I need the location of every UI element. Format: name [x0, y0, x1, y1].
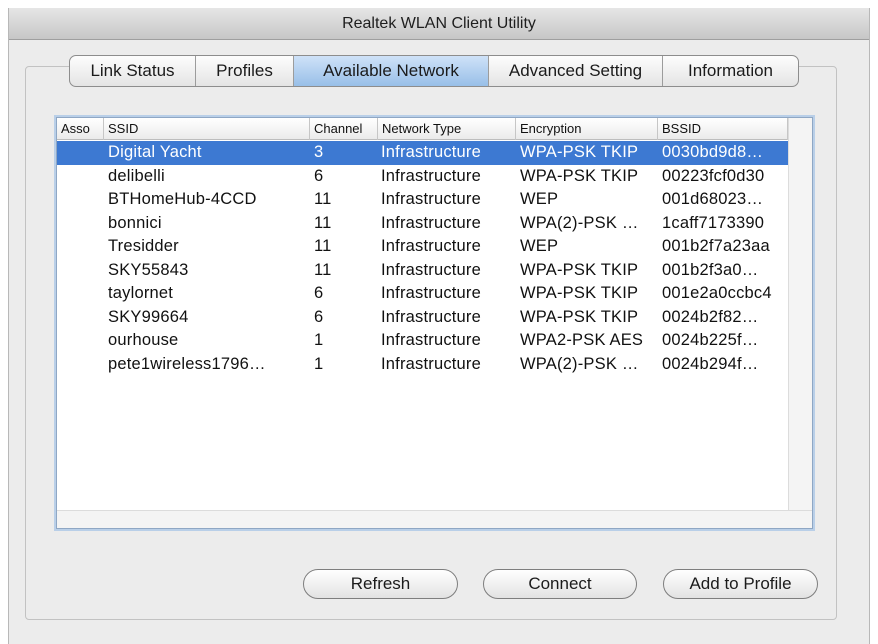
- cell-network-type: Infrastructure: [381, 284, 482, 302]
- cell-encryption: WPA-PSK TKIP: [520, 166, 639, 185]
- cell-network-type: Infrastructure: [381, 166, 482, 185]
- cell-asso: [61, 282, 101, 306]
- cell-channel: 11: [314, 237, 332, 255]
- cell-encryption: WPA-PSK TKIP: [520, 260, 639, 279]
- table-body: Digital Yacht 3 Infrastructure WPA-PSK T…: [57, 141, 812, 376]
- cell-asso: [61, 141, 101, 165]
- tab-bar: Link Status Profiles Available Network A…: [69, 55, 799, 87]
- table-row[interactable]: Digital Yacht 3 Infrastructure WPA-PSK T…: [57, 141, 812, 165]
- cell-channel: 6: [314, 284, 324, 302]
- table-row[interactable]: delibelli 6 Infrastructure WPA-PSK TKIP …: [57, 165, 812, 189]
- network-table: Asso SSID Channel Network Type Encryptio…: [56, 117, 813, 529]
- cell-network-type: Infrastructure: [381, 260, 482, 279]
- cell-network-type: Infrastructure: [381, 307, 482, 326]
- cell-channel: 11: [314, 190, 332, 208]
- tab-advanced-setting[interactable]: Advanced Setting: [489, 56, 663, 86]
- cell-network-type: Infrastructure: [381, 143, 482, 161]
- cell-ssid: pete1wireless1796…: [108, 354, 266, 373]
- cell-asso: [61, 259, 101, 283]
- cell-network-type: Infrastructure: [381, 237, 482, 255]
- cell-network-type: Infrastructure: [381, 354, 482, 373]
- cell-bssid: 001d68023…: [662, 190, 764, 208]
- cell-asso: [61, 165, 101, 189]
- table-row[interactable]: BTHomeHub-4CCD 11 Infrastructure WEP 001…: [57, 188, 812, 212]
- cell-ssid: bonnici: [108, 213, 162, 232]
- cell-asso: [61, 306, 101, 330]
- cell-ssid: SKY99664: [108, 307, 189, 326]
- table-row[interactable]: Tresidder 11 Infrastructure WEP 001b2f7a…: [57, 235, 812, 259]
- tab-available-network[interactable]: Available Network: [294, 56, 489, 86]
- cell-channel: 3: [314, 143, 324, 161]
- refresh-button[interactable]: Refresh: [303, 569, 458, 599]
- cell-encryption: WPA-PSK TKIP: [520, 284, 639, 302]
- cell-ssid: delibelli: [108, 166, 165, 185]
- cell-channel: 1: [314, 354, 324, 373]
- table-row[interactable]: pete1wireless1796… 1 Infrastructure WPA(…: [57, 353, 812, 377]
- tab-link-status[interactable]: Link Status: [70, 56, 196, 86]
- cell-bssid: 0024b294f…: [662, 354, 759, 373]
- column-header-channel[interactable]: Channel: [310, 118, 378, 140]
- cell-network-type: Infrastructure: [381, 190, 482, 208]
- table-row[interactable]: SKY55843 11 Infrastructure WPA-PSK TKIP …: [57, 259, 812, 283]
- table-header: Asso SSID Channel Network Type Encryptio…: [57, 118, 812, 140]
- cell-ssid: SKY55843: [108, 260, 189, 279]
- cell-asso: [61, 235, 101, 259]
- title-bar[interactable]: Realtek WLAN Client Utility: [9, 8, 869, 40]
- tab-information[interactable]: Information: [663, 56, 798, 86]
- cell-ssid: Digital Yacht: [108, 143, 202, 161]
- cell-channel: 11: [314, 260, 332, 279]
- vertical-scrollbar[interactable]: [788, 118, 812, 510]
- column-header-ssid[interactable]: SSID: [104, 118, 310, 140]
- cell-encryption: WPA-PSK TKIP: [520, 143, 639, 161]
- cell-asso: [61, 329, 101, 353]
- cell-network-type: Infrastructure: [381, 331, 482, 349]
- cell-bssid: 001b2f3a0…: [662, 260, 759, 279]
- column-header-encryption[interactable]: Encryption: [516, 118, 658, 140]
- cell-ssid: BTHomeHub-4CCD: [108, 190, 257, 208]
- window-title: Realtek WLAN Client Utility: [342, 14, 536, 32]
- cell-channel: 6: [314, 166, 324, 185]
- column-header-network-type[interactable]: Network Type: [378, 118, 516, 140]
- cell-bssid: 001b2f7a23aa: [662, 237, 770, 255]
- tab-profiles[interactable]: Profiles: [196, 56, 294, 86]
- connect-button[interactable]: Connect: [483, 569, 637, 599]
- cell-encryption: WEP: [520, 190, 559, 208]
- cell-bssid: 0024b2f82…: [662, 307, 759, 326]
- column-header-bssid[interactable]: BSSID: [658, 118, 788, 140]
- cell-ssid: ourhouse: [108, 331, 179, 349]
- cell-ssid: Tresidder: [108, 237, 179, 255]
- cell-bssid: 0030bd9d8…: [662, 143, 764, 161]
- cell-encryption: WPA(2)-PSK …: [520, 354, 639, 373]
- cell-encryption: WPA2-PSK AES: [520, 331, 644, 349]
- cell-bssid: 00223fcf0d30: [662, 166, 765, 185]
- table-row[interactable]: ourhouse 1 Infrastructure WPA2-PSK AES 0…: [57, 329, 812, 353]
- cell-asso: [61, 188, 101, 212]
- cell-bssid: 001e2a0ccbc4: [662, 284, 772, 302]
- cell-channel: 6: [314, 307, 324, 326]
- cell-channel: 11: [314, 213, 332, 232]
- table-row[interactable]: taylornet 6 Infrastructure WPA-PSK TKIP …: [57, 282, 812, 306]
- cell-ssid: taylornet: [108, 284, 174, 302]
- cell-channel: 1: [314, 331, 324, 349]
- cell-bssid: 0024b225f…: [662, 331, 759, 349]
- cell-asso: [61, 212, 101, 236]
- table-row[interactable]: SKY99664 6 Infrastructure WPA-PSK TKIP 0…: [57, 306, 812, 330]
- cell-network-type: Infrastructure: [381, 213, 482, 232]
- cell-asso: [61, 353, 101, 377]
- horizontal-scrollbar[interactable]: [57, 510, 812, 528]
- add-to-profile-button[interactable]: Add to Profile: [663, 569, 818, 599]
- table-row[interactable]: bonnici 11 Infrastructure WPA(2)-PSK … 1…: [57, 212, 812, 236]
- cell-encryption: WPA-PSK TKIP: [520, 307, 639, 326]
- cell-encryption: WPA(2)-PSK …: [520, 213, 639, 232]
- cell-bssid: 1caff7173390: [662, 213, 765, 232]
- column-header-asso[interactable]: Asso: [57, 118, 104, 140]
- cell-encryption: WEP: [520, 237, 559, 255]
